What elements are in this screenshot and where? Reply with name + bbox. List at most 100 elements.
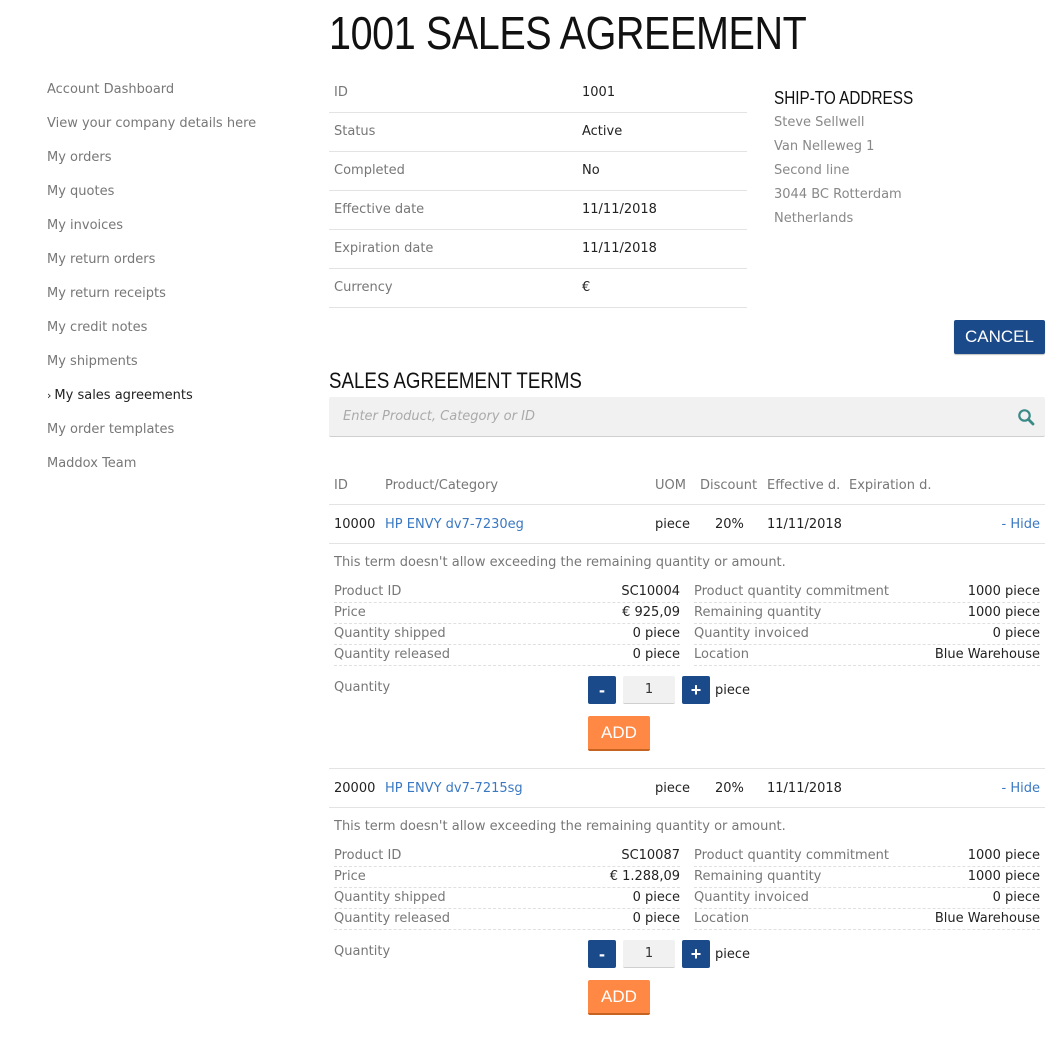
address-line: Steve Sellwell: [774, 115, 865, 130]
ship-to-address: SHIP-TO ADDRESS Steve Sellwell Van Nelle…: [774, 88, 938, 231]
detail-row: Remaining quantity 1000 piece: [694, 867, 1040, 888]
detail-value: 0 piece: [632, 890, 680, 905]
column-header-discount: Discount: [700, 478, 758, 493]
sidebar-item-company-details[interactable]: View your company details here: [47, 114, 307, 148]
sidebar-item-label: My return orders: [47, 252, 156, 267]
table-row: 10000 HP ENVY dv7-7230eg piece 20% 11/11…: [329, 505, 1045, 544]
sidebar-nav: Account Dashboard View your company deta…: [47, 80, 307, 488]
column-header-effective-date: Effective d.: [767, 478, 841, 493]
info-label: Effective date: [329, 190, 577, 230]
detail-label: Product quantity commitment: [694, 584, 889, 599]
ship-to-heading: SHIP-TO ADDRESS: [774, 88, 914, 108]
info-label: ID: [329, 73, 577, 113]
quantity-row: Quantity - + piece: [334, 930, 1040, 980]
agreement-info-table: ID 1001 Status Active Completed No Effectiv…: [329, 73, 747, 308]
detail-value: 1000 piece: [967, 605, 1040, 620]
sidebar-item-sales-agreements[interactable]: › My sales agreements: [47, 386, 307, 420]
info-row-completed: Completed No: [329, 151, 747, 191]
info-row-effective-date: Effective date 11/11/2018: [329, 190, 747, 230]
detail-label: Location: [694, 911, 749, 926]
terms-search-bar: [329, 397, 1045, 437]
term-effective-date: 11/11/2018: [767, 781, 842, 796]
decrease-quantity-button[interactable]: -: [588, 940, 616, 968]
add-button[interactable]: ADD: [588, 980, 650, 1015]
sidebar-item-shipments[interactable]: My shipments: [47, 352, 307, 386]
search-icon[interactable]: [1017, 408, 1035, 426]
sidebar-item-team[interactable]: Maddox Team: [47, 454, 307, 488]
detail-label: Quantity released: [334, 911, 450, 926]
sidebar-item-order-templates[interactable]: My order templates: [47, 420, 307, 454]
sidebar-item-return-receipts[interactable]: My return receipts: [47, 284, 307, 318]
address-line: Netherlands: [774, 211, 854, 226]
hide-details-link[interactable]: - Hide: [1002, 505, 1040, 544]
sidebar-item-label: My sales agreements: [54, 388, 193, 403]
info-label: Expiration date: [329, 229, 577, 269]
sidebar-item-label: My shipments: [47, 354, 138, 369]
address-line: Van Nelleweg 1: [774, 139, 875, 154]
detail-row: Quantity shipped 0 piece: [334, 888, 680, 909]
detail-row: Remaining quantity 1000 piece: [694, 603, 1040, 624]
sidebar-item-credit-notes[interactable]: My credit notes: [47, 318, 307, 352]
sidebar-item-invoices[interactable]: My invoices: [47, 216, 307, 250]
info-row-currency: Currency €: [329, 268, 747, 308]
detail-label: Location: [694, 647, 749, 662]
sidebar-item-quotes[interactable]: My quotes: [47, 182, 307, 216]
page-title: 1001 SALES AGREEMENT: [329, 7, 807, 59]
detail-label: Quantity released: [334, 647, 450, 662]
column-header-uom: UOM: [655, 478, 686, 493]
detail-row: Price € 1.288,09: [334, 867, 680, 888]
terms-search-input[interactable]: [329, 397, 1009, 436]
increase-quantity-button[interactable]: +: [682, 940, 710, 968]
detail-label: Price: [334, 605, 366, 620]
sidebar-item-label: View your company details here: [47, 116, 257, 131]
sidebar-item-orders[interactable]: My orders: [47, 148, 307, 182]
column-header-product: Product/Category: [385, 478, 499, 493]
hide-details-link[interactable]: - Hide: [1002, 769, 1040, 808]
sidebar-item-label: My order templates: [47, 422, 175, 437]
detail-label: Remaining quantity: [694, 869, 822, 884]
column-header-expiration-date: Expiration d.: [849, 478, 932, 493]
cancel-button[interactable]: CANCEL: [954, 320, 1045, 354]
detail-row: Quantity invoiced 0 piece: [694, 888, 1040, 909]
sidebar-item-label: Maddox Team: [47, 456, 137, 471]
quantity-input[interactable]: [623, 676, 675, 704]
detail-row: Quantity shipped 0 piece: [334, 624, 680, 645]
info-row-status: Status Active: [329, 112, 747, 152]
detail-label: Remaining quantity: [694, 605, 822, 620]
term-id: 20000: [334, 781, 376, 796]
detail-row: Product quantity commitment 1000 piece: [694, 846, 1040, 867]
sidebar-item-return-orders[interactable]: My return orders: [47, 250, 307, 284]
detail-label: Price: [334, 869, 366, 884]
detail-label: Quantity invoiced: [694, 890, 809, 905]
terms-heading: SALES AGREEMENT TERMS: [329, 368, 582, 393]
detail-value: 1000 piece: [967, 848, 1040, 863]
term-item: 10000 HP ENVY dv7-7230eg piece 20% 11/11…: [329, 505, 1045, 768]
term-uom: piece: [655, 517, 691, 532]
term-item: 20000 HP ENVY dv7-7215sg piece 20% 11/11…: [329, 768, 1045, 1032]
table-row: 20000 HP ENVY dv7-7215sg piece 20% 11/11…: [329, 769, 1045, 808]
detail-value: Blue Warehouse: [934, 647, 1040, 662]
product-link[interactable]: HP ENVY dv7-7215sg: [385, 781, 523, 796]
add-button[interactable]: ADD: [588, 716, 650, 751]
detail-value: SC10087: [621, 848, 680, 863]
detail-row: Product quantity commitment 1000 piece: [694, 582, 1040, 603]
info-value: 1001: [577, 73, 747, 113]
info-row-expiration-date: Expiration date 11/11/2018: [329, 229, 747, 269]
detail-value: 0 piece: [632, 647, 680, 662]
quantity-stepper: - + piece: [588, 940, 750, 968]
sidebar-item-account-dashboard[interactable]: Account Dashboard: [47, 80, 307, 114]
sidebar-item-label: My quotes: [47, 184, 115, 199]
quantity-label: Quantity: [334, 680, 391, 695]
increase-quantity-button[interactable]: +: [682, 676, 710, 704]
sidebar-item-label: My invoices: [47, 218, 124, 233]
sidebar-item-label: Account Dashboard: [47, 82, 175, 97]
detail-row: Location Blue Warehouse: [694, 645, 1040, 666]
quantity-input[interactable]: [623, 940, 675, 968]
term-discount: 20%: [715, 781, 744, 796]
info-label: Status: [329, 112, 577, 152]
decrease-quantity-button[interactable]: -: [588, 676, 616, 704]
product-link[interactable]: HP ENVY dv7-7230eg: [385, 517, 524, 532]
detail-value: 1000 piece: [967, 584, 1040, 599]
detail-label: Quantity shipped: [334, 890, 446, 905]
sidebar-item-label: My return receipts: [47, 286, 166, 301]
